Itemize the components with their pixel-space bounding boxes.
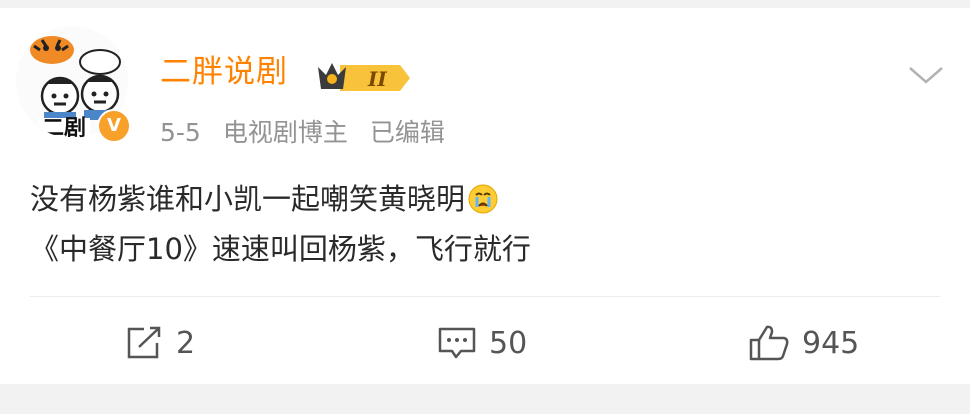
like-count: 945 [802, 325, 860, 361]
crying-face-icon [468, 184, 498, 214]
comment-icon [438, 327, 476, 359]
like-button[interactable]: 945 [748, 321, 859, 365]
post-meta: 5-5 电视剧博主 已编辑 [160, 115, 467, 151]
chevron-down-icon[interactable] [906, 62, 946, 88]
comment-count: 50 [489, 325, 528, 361]
post-date[interactable]: 5-5 [160, 118, 201, 147]
edited-label[interactable]: 已编辑 [370, 118, 445, 147]
thumbs-up-icon [749, 325, 789, 361]
post-text-line-1: 没有杨紫谁和小凯一起嘲笑黄晓明 [30, 174, 531, 224]
repost-icon [127, 326, 161, 359]
author-name[interactable]: 二胖说剧 [160, 52, 288, 92]
author-role: 电视剧博主 [222, 118, 348, 147]
post-content: 没有杨紫谁和小凯一起嘲笑黄晓明 《中餐厅10》速速叫回杨紫，飞行就行 [30, 174, 531, 274]
avatar-caption: 二剧 [38, 118, 91, 138]
rank-badge-icon[interactable]: II [316, 61, 412, 95]
repost-button[interactable]: 2 [124, 321, 195, 365]
repost-count: 2 [176, 325, 196, 361]
post-text-line-2: 《中餐厅10》速速叫回杨紫，飞行就行 [30, 232, 531, 266]
rank-badge-label: II [367, 67, 387, 91]
weibo-post-card: 二剧 V 二胖说剧 II 5-5 电视剧博主 已编辑 没有杨紫谁和小凯一起嘲笑黄晓明… [0, 8, 970, 384]
comment-button[interactable]: 50 [437, 321, 527, 365]
divider [30, 296, 940, 297]
verified-badge-icon: V [97, 109, 131, 143]
